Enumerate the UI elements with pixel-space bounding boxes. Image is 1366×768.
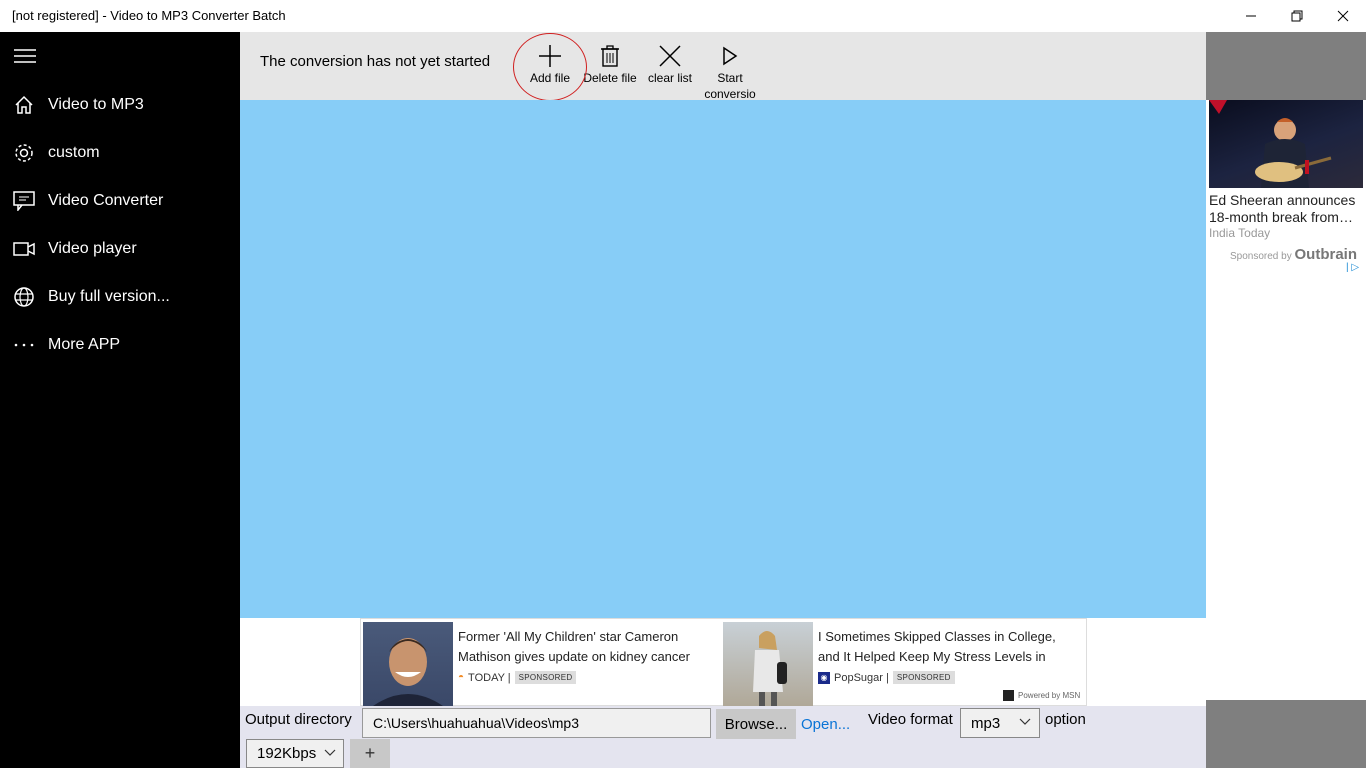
add-file-label: Add file	[529, 71, 571, 85]
sponsored-badge: SPONSORED	[892, 671, 955, 684]
home-icon	[13, 94, 35, 116]
browse-button[interactable]: Browse...	[716, 709, 796, 739]
add-file-button[interactable]: Add file	[519, 42, 581, 102]
restore-button[interactable]	[1274, 0, 1320, 32]
sidebar-item-more-app[interactable]: More APP	[0, 323, 240, 367]
sidebar-item-label: Buy full version...	[48, 288, 170, 305]
add-option-button[interactable]: +	[350, 739, 390, 768]
side-ad[interactable]: Ed Sheeran announces 18-month break from…	[1206, 100, 1366, 270]
sidebar: Video to MP3 custom Video Converter Vide…	[0, 32, 240, 768]
video-camera-icon	[13, 238, 35, 260]
video-format-value: mp3	[971, 715, 1001, 732]
clear-list-label: clear list	[647, 71, 692, 85]
sponsored-by-label: Sponsored by	[1230, 251, 1292, 262]
ad-choices-icon[interactable]: | ▷	[1346, 262, 1359, 273]
hamburger-menu-icon[interactable]	[14, 48, 36, 64]
start-conversion-button[interactable]: Start conversio	[699, 42, 761, 102]
ad-thumbnail	[723, 622, 813, 706]
sidebar-item-video-to-mp3[interactable]: Video to MP3	[0, 83, 240, 127]
toolbar: The conversion has not yet started Add f…	[240, 32, 1206, 102]
bottom-ad: Former 'All My Children' star Cameron Ma…	[360, 618, 1087, 706]
bitrate-value: 192Kbps	[257, 745, 317, 762]
right-panel-top	[1206, 32, 1366, 100]
sponsored-by: Sponsored by Outbrain	[1230, 246, 1357, 263]
output-directory-label: Output directory	[245, 711, 352, 728]
video-format-select[interactable]: mp3	[960, 708, 1040, 738]
close-button[interactable]	[1320, 0, 1366, 32]
option-label: option	[1045, 711, 1086, 728]
ad-text: Former 'All My Children' star Cameron Ma…	[458, 629, 690, 664]
delete-file-button[interactable]: Delete file	[579, 42, 641, 102]
sidebar-item-label: Video player	[48, 240, 137, 257]
powered-by-label: Powered by MSN	[1018, 691, 1081, 700]
ad-thumbnail	[363, 622, 453, 706]
ad-source-label: TODAY |	[468, 671, 511, 684]
chevron-down-icon	[1019, 718, 1031, 725]
today-logo-icon: ◓	[458, 672, 465, 683]
close-icon	[1337, 10, 1349, 22]
sidebar-item-label: Video to MP3	[48, 96, 144, 113]
ad-text: I Sometimes Skipped Classes in College, …	[818, 629, 1056, 664]
conversion-status: The conversion has not yet started	[260, 53, 491, 70]
sidebar-item-video-converter[interactable]: Video Converter	[0, 179, 240, 223]
video-format-label: Video format	[868, 711, 953, 728]
play-icon	[723, 46, 738, 66]
x-icon	[659, 45, 681, 67]
sidebar-item-label: Video Converter	[48, 192, 164, 209]
chat-screen-icon	[13, 190, 35, 212]
sponsored-badge: SPONSORED	[514, 671, 577, 684]
msn-logo-icon	[1003, 690, 1014, 701]
output-directory-field[interactable]: C:\Users\huahuahua\Videos\mp3	[362, 708, 711, 738]
sidebar-item-buy-full-version[interactable]: Buy full version...	[0, 275, 240, 319]
sidebar-item-label: More APP	[48, 336, 121, 353]
ad-source: ◓ TODAY | SPONSORED	[458, 671, 577, 684]
ad-source-label: PopSugar |	[834, 671, 889, 684]
more-dots-icon	[13, 334, 35, 356]
minimize-button[interactable]	[1228, 0, 1274, 32]
open-link[interactable]: Open...	[801, 716, 850, 733]
sidebar-item-custom[interactable]: custom	[0, 131, 240, 175]
delete-file-label: Delete file	[583, 71, 637, 85]
ad-source: ◉ PopSugar | SPONSORED	[818, 671, 955, 684]
trash-icon	[601, 45, 619, 67]
restore-icon	[1291, 10, 1303, 22]
bottom-bar: Output directory C:\Users\huahuahua\Vide…	[240, 706, 1206, 768]
ad-card[interactable]: Former 'All My Children' star Cameron Ma…	[363, 622, 721, 706]
clear-list-button[interactable]: clear list	[639, 42, 701, 102]
globe-icon	[13, 286, 35, 308]
minimize-icon	[1246, 15, 1256, 17]
chevron-down-icon	[324, 749, 336, 756]
gear-icon	[13, 142, 35, 164]
bitrate-select[interactable]: 192Kbps	[246, 739, 344, 768]
ad-headline: Ed Sheeran announces 18-month break from…	[1209, 192, 1356, 225]
ad-image	[1209, 100, 1363, 188]
title-bar: [not registered] - Video to MP3 Converte…	[0, 0, 1366, 32]
sidebar-item-video-player[interactable]: Video player	[0, 227, 240, 271]
window-title: [not registered] - Video to MP3 Converte…	[12, 8, 286, 23]
popsugar-logo-icon: ◉	[818, 671, 830, 684]
ad-source: India Today	[1209, 226, 1271, 240]
powered-by-msn: Powered by MSN	[1003, 690, 1080, 701]
outbrain-logo: Outbrain	[1294, 246, 1358, 263]
plus-icon	[539, 45, 561, 67]
start-conversion-label: Start conversio	[704, 71, 756, 101]
sidebar-item-label: custom	[48, 144, 100, 161]
file-list[interactable]	[240, 100, 1206, 618]
right-panel-bottom	[1206, 700, 1366, 768]
